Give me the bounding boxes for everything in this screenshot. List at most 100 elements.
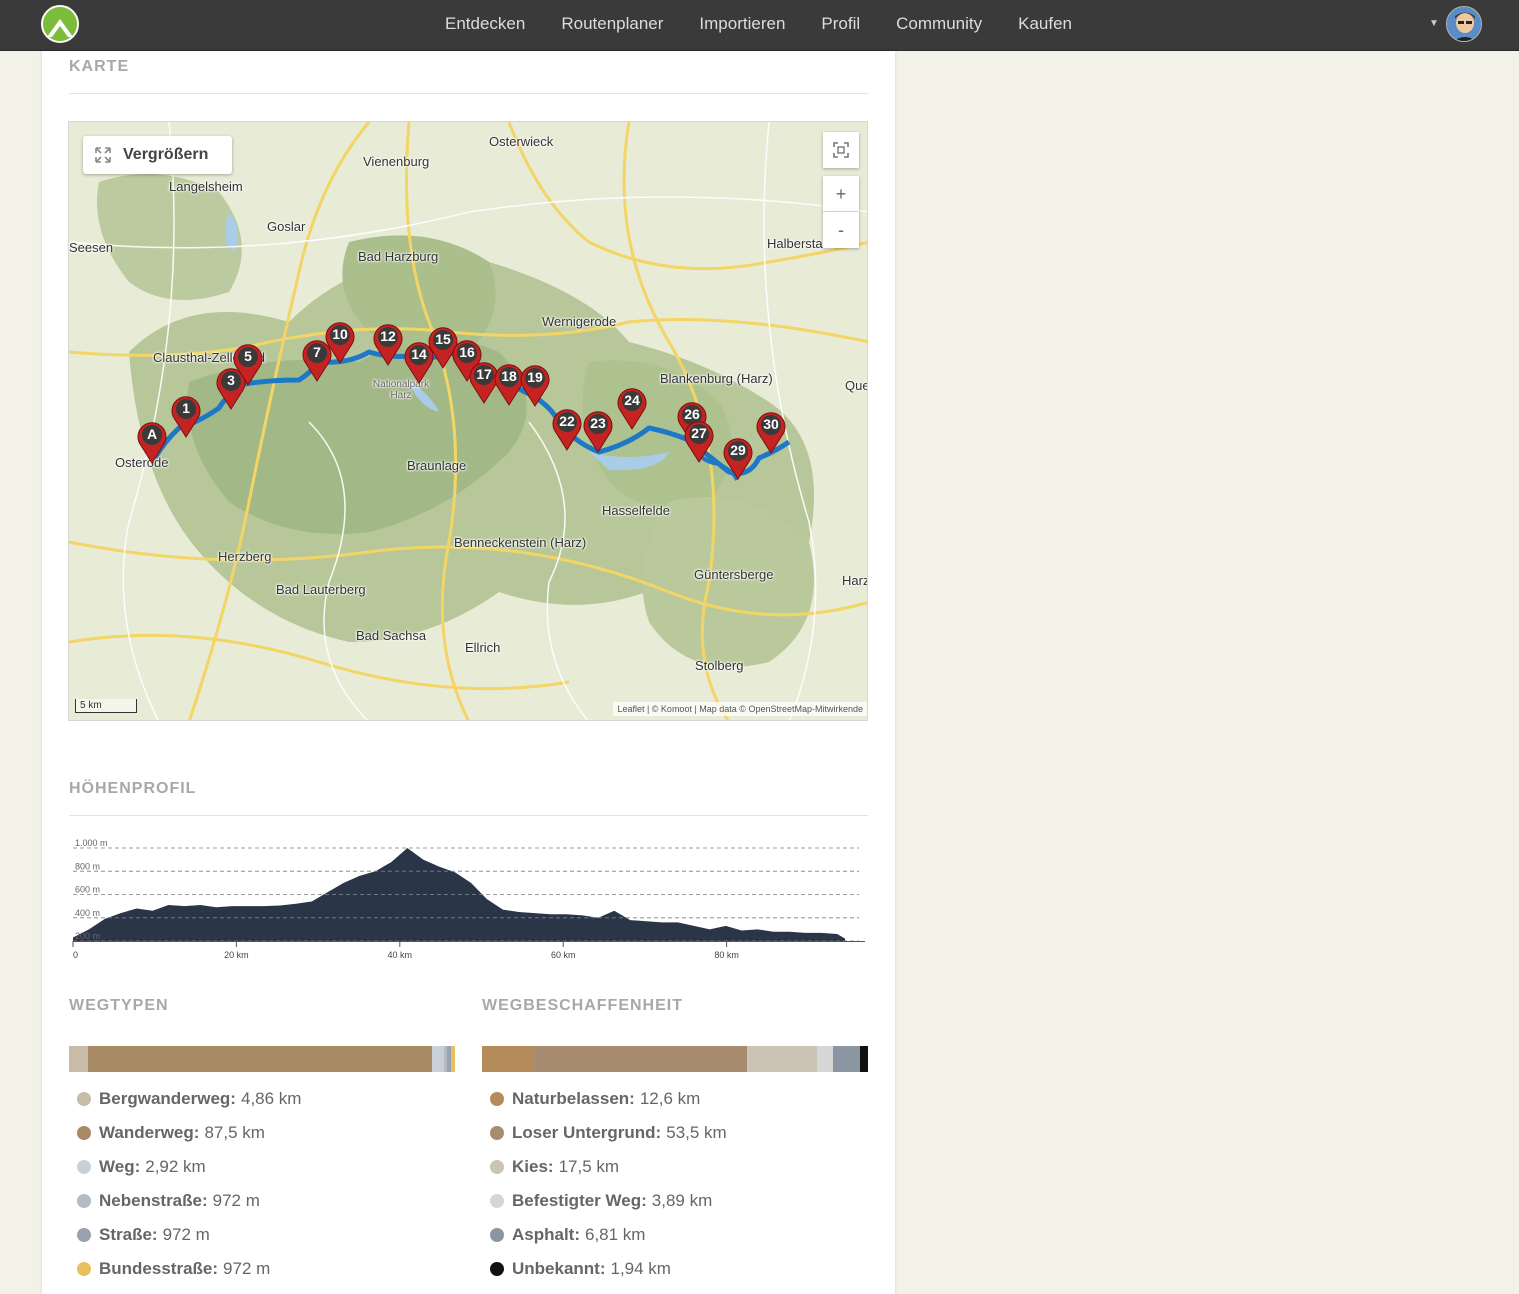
place-label: Langelsheim bbox=[169, 179, 243, 194]
bar-segment[interactable] bbox=[832, 1046, 861, 1072]
elevation-y-tick: 800 m bbox=[75, 861, 100, 871]
bar-segment[interactable] bbox=[69, 1046, 89, 1072]
waypoint-marker[interactable]: 5 bbox=[231, 342, 265, 386]
legend-item[interactable]: Wanderweg: 87,5 km bbox=[69, 1116, 301, 1150]
place-label: Blankenburg (Harz) bbox=[660, 371, 773, 386]
legend-label: Wanderweg: bbox=[99, 1123, 200, 1142]
legend-label: Weg: bbox=[99, 1157, 141, 1176]
elevation-y-tick: 1.000 m bbox=[75, 838, 108, 848]
surfaces-legend: Naturbelassen: 12,6 km Loser Untergrund: 53… bbox=[482, 1082, 727, 1286]
nav-community[interactable]: Community bbox=[878, 0, 1000, 50]
nav-profil[interactable]: Profil bbox=[803, 0, 878, 50]
elevation-chart-svg: 1.000 m 800 m 600 m 400 m 200 m 0 20 km 40 km 60… bbox=[72, 838, 865, 960]
place-label: Goslar bbox=[267, 219, 306, 234]
waypoint-marker[interactable]: 10 bbox=[323, 320, 357, 364]
legend-item[interactable]: Asphalt: 6,81 km bbox=[482, 1218, 727, 1252]
waypoint-marker[interactable]: 1 bbox=[169, 394, 203, 438]
legend-item[interactable]: Befestigter Weg: 3,89 km bbox=[482, 1184, 727, 1218]
bar-segment[interactable] bbox=[532, 1046, 748, 1072]
legend-item[interactable]: Kies: 17,5 km bbox=[482, 1150, 727, 1184]
bar-segment[interactable] bbox=[817, 1046, 833, 1072]
place-label: Quedlinburg bbox=[845, 378, 867, 393]
legend-label: Loser Untergrund: bbox=[512, 1123, 662, 1142]
legend-value: 87,5 km bbox=[204, 1123, 265, 1142]
legend-item[interactable]: Bergwanderweg: 4,86 km bbox=[69, 1082, 301, 1116]
nav-importieren[interactable]: Importieren bbox=[681, 0, 803, 50]
legend-value: 17,5 km bbox=[558, 1157, 620, 1176]
map-scale: 5 km bbox=[75, 699, 137, 713]
bar-segment[interactable] bbox=[747, 1046, 818, 1072]
place-label: Osterwieck bbox=[489, 134, 554, 149]
legend-color-dot bbox=[490, 1126, 504, 1140]
legend-color-dot bbox=[77, 1092, 91, 1106]
legend-value: 972 m bbox=[212, 1191, 260, 1210]
komoot-logo-icon[interactable] bbox=[41, 5, 79, 43]
surfaces-section-title: WEGBESCHAFFENHEIT bbox=[482, 997, 683, 1014]
legend-label: Kies: bbox=[512, 1157, 554, 1176]
elevation-section-title: HÖHENPROFIL bbox=[69, 780, 197, 797]
nav-entdecken[interactable]: Entdecken bbox=[427, 0, 543, 50]
waypoint-marker[interactable]: 22 bbox=[550, 407, 584, 451]
map-attribution[interactable]: Leaflet | © Komoot | Map data © OpenStre… bbox=[613, 702, 867, 716]
bar-segment[interactable] bbox=[451, 1046, 455, 1072]
route-start-marker[interactable]: A bbox=[135, 420, 169, 464]
legend-item[interactable]: Naturbelassen: 12,6 km bbox=[482, 1082, 727, 1116]
zoom-out-button[interactable]: - bbox=[823, 212, 859, 248]
place-label: Herzberg bbox=[218, 549, 272, 564]
legend-item[interactable]: Weg: 2,92 km bbox=[69, 1150, 301, 1184]
legend-label: Nebenstraße: bbox=[99, 1191, 208, 1210]
legend-label: Bergwanderweg: bbox=[99, 1089, 236, 1108]
legend-item[interactable]: Unbekannt: 1,94 km bbox=[482, 1252, 727, 1286]
user-menu-caret-icon[interactable]: ▼ bbox=[1429, 18, 1439, 29]
bar-segment[interactable] bbox=[88, 1046, 433, 1072]
waypoint-marker[interactable]: 19 bbox=[518, 363, 552, 407]
zoom-in-button[interactable]: + bbox=[823, 176, 859, 212]
nav-routenplaner[interactable]: Routenplaner bbox=[543, 0, 681, 50]
bar-segment[interactable] bbox=[860, 1046, 868, 1072]
user-avatar[interactable] bbox=[1446, 6, 1482, 42]
enlarge-map-button[interactable]: Vergrößern bbox=[83, 136, 232, 174]
locate-button[interactable] bbox=[823, 132, 859, 168]
place-label: Seesen bbox=[69, 240, 114, 255]
main-nav: Entdecken Routenplaner Importieren Profi… bbox=[427, 0, 1090, 50]
waypoint-marker[interactable]: 12 bbox=[371, 322, 405, 366]
waypoint-marker[interactable]: 27 bbox=[682, 419, 716, 463]
legend-value: 2,92 km bbox=[145, 1157, 206, 1176]
waypoint-marker[interactable]: 23 bbox=[581, 409, 615, 453]
place-label: Hasselfelde bbox=[602, 503, 670, 518]
legend-value: 4,86 km bbox=[240, 1089, 302, 1108]
legend-color-dot bbox=[490, 1092, 504, 1106]
tour-details-card: KARTE Osterwieck Vienenburg Langelsheim … bbox=[42, 51, 895, 1294]
elevation-profile-chart[interactable]: 1.000 m 800 m 600 m 400 m 200 m 0 20 km 40 km 60… bbox=[69, 834, 869, 974]
place-label: Bad Sachsa bbox=[356, 628, 427, 643]
waytypes-legend: Bergwanderweg: 4,86 km Wanderweg: 87,5 km We… bbox=[69, 1082, 301, 1286]
legend-item[interactable]: Bundesstraße: 972 m bbox=[69, 1252, 301, 1286]
waypoint-marker[interactable]: 30 bbox=[754, 410, 788, 454]
legend-label: Asphalt: bbox=[512, 1225, 580, 1244]
waypoint-marker[interactable]: 24 bbox=[615, 386, 649, 430]
elevation-x-tick: 0 bbox=[73, 950, 78, 960]
legend-value: 1,94 km bbox=[610, 1259, 671, 1278]
place-label: Ellrich bbox=[465, 640, 501, 655]
nav-kaufen[interactable]: Kaufen bbox=[1000, 0, 1090, 50]
elevation-y-tick: 600 m bbox=[75, 885, 100, 895]
legend-value: 12,6 km bbox=[639, 1089, 701, 1108]
legend-color-dot bbox=[490, 1262, 504, 1276]
legend-color-dot bbox=[77, 1194, 91, 1208]
legend-item[interactable]: Loser Untergrund: 53,5 km bbox=[482, 1116, 727, 1150]
place-label: Bad Lauterberg bbox=[276, 582, 366, 597]
legend-value: 972 m bbox=[162, 1225, 210, 1244]
legend-item[interactable]: Nebenstraße: 972 m bbox=[69, 1184, 301, 1218]
waypoint-marker[interactable]: 29 bbox=[721, 436, 755, 480]
place-label: Harzgerode bbox=[842, 573, 867, 588]
bar-segment[interactable] bbox=[432, 1046, 444, 1072]
legend-item[interactable]: Straße: 972 m bbox=[69, 1218, 301, 1252]
route-map[interactable]: Osterwieck Vienenburg Langelsheim Goslar… bbox=[68, 121, 868, 721]
place-label: Wernigerode bbox=[542, 314, 617, 329]
legend-color-dot bbox=[77, 1126, 91, 1140]
elevation-x-tick: 80 km bbox=[714, 950, 739, 960]
waytypes-section-title: WEGTYPEN bbox=[69, 997, 169, 1014]
legend-label: Befestigter Weg: bbox=[512, 1191, 647, 1210]
bar-segment[interactable] bbox=[482, 1046, 533, 1072]
place-label: Stolberg bbox=[695, 658, 744, 673]
